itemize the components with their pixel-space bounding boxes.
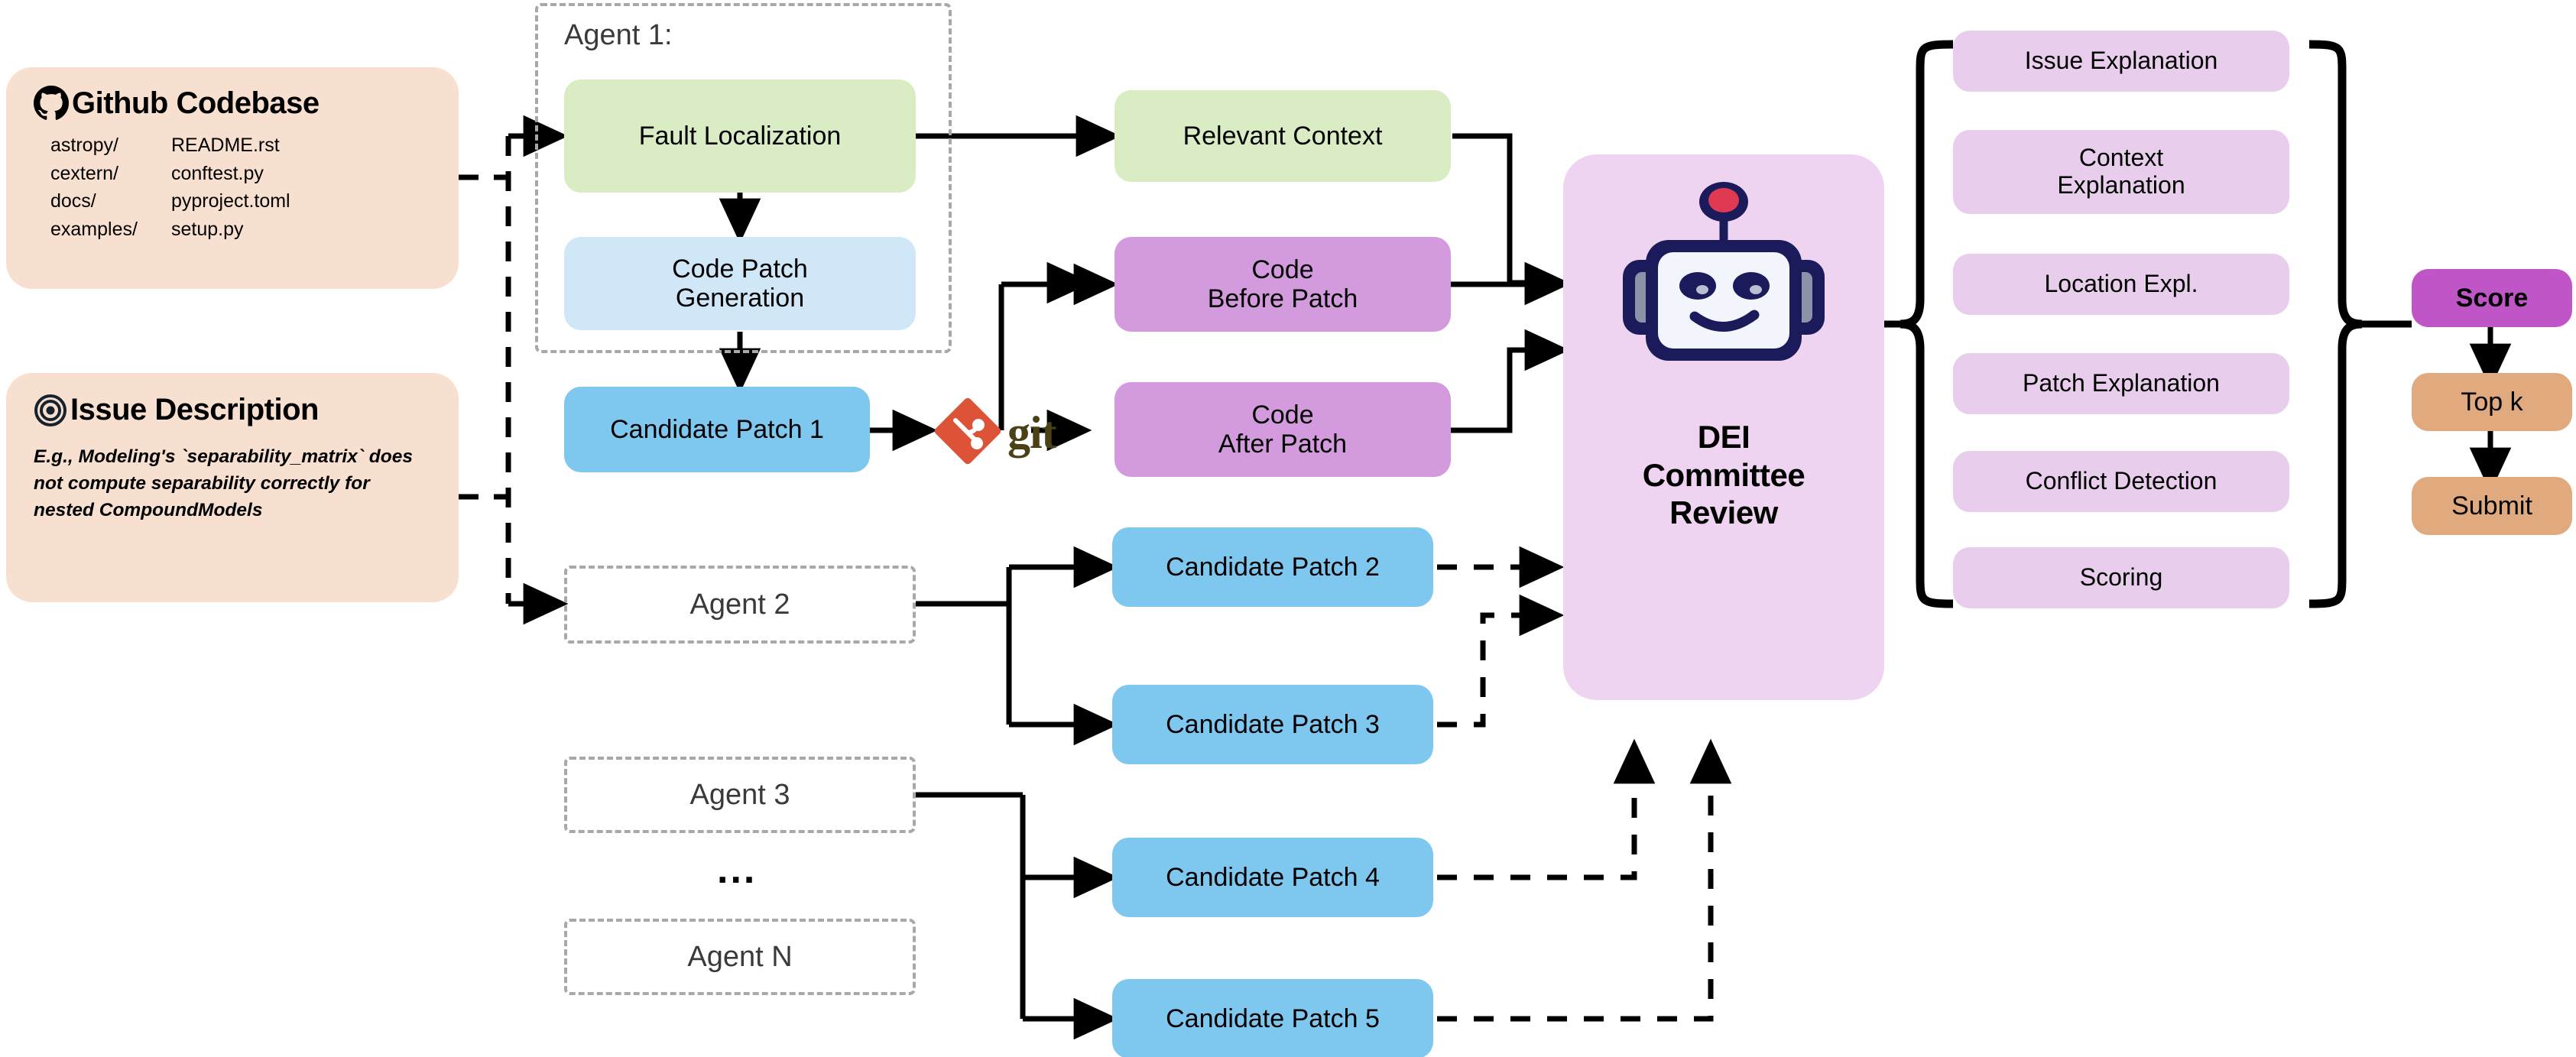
context-explanation-line-2: Explanation bbox=[2057, 171, 2185, 199]
score-box[interactable]: Score bbox=[2412, 269, 2572, 327]
code-before-line-1: Code bbox=[1251, 255, 1314, 284]
code-after-line-1: Code bbox=[1251, 400, 1314, 430]
review-item-conflict-detection[interactable]: Conflict Detection bbox=[1953, 451, 2289, 512]
git-badge: git bbox=[933, 396, 1057, 470]
fault-localization-box[interactable]: Fault Localization bbox=[564, 79, 916, 193]
context-explanation-line-1: Context bbox=[2078, 144, 2164, 172]
review-item-context-explanation-label: Context Explanation bbox=[2057, 144, 2185, 199]
code-after-patch-box[interactable]: Code After Patch bbox=[1114, 382, 1451, 477]
code-before-patch-label: Code Before Patch bbox=[1208, 255, 1358, 313]
codebase-entry: cextern/ bbox=[50, 162, 118, 184]
git-wordmark: git bbox=[1007, 407, 1057, 458]
candidate-patch-2-box[interactable]: Candidate Patch 2 bbox=[1112, 527, 1433, 607]
issue-description-title: Issue Description bbox=[70, 393, 319, 426]
codebase-entry: astropy/ bbox=[50, 135, 118, 156]
issue-description-title-row: Issue Description bbox=[34, 373, 459, 427]
agent-2-label: Agent 2 bbox=[689, 588, 790, 621]
codebase-entry: README.rst bbox=[171, 135, 280, 156]
github-codebase-title-row: Github Codebase bbox=[34, 67, 459, 121]
github-codebase-title: Github Codebase bbox=[72, 86, 320, 120]
code-after-line-2: After Patch bbox=[1218, 430, 1348, 459]
diagram-canvas: Github Codebase astropy/ cextern/ docs/ … bbox=[0, 0, 2576, 1057]
code-after-patch-label: Code After Patch bbox=[1218, 400, 1347, 459]
codebase-entry: setup.py bbox=[171, 218, 244, 240]
git-logo-icon bbox=[933, 396, 1003, 470]
codebase-entry: conftest.py bbox=[171, 162, 264, 184]
submit-box[interactable]: Submit bbox=[2412, 477, 2572, 535]
review-item-scoring[interactable]: Scoring bbox=[1953, 547, 2289, 608]
code-before-patch-box[interactable]: Code Before Patch bbox=[1114, 237, 1451, 332]
code-patch-line-2: Generation bbox=[675, 284, 805, 313]
candidate-patch-3-box[interactable]: Candidate Patch 3 bbox=[1112, 685, 1433, 764]
top-k-box[interactable]: Top k bbox=[2412, 373, 2572, 431]
dei-title-line-3: Review bbox=[1669, 494, 1778, 531]
review-item-patch-explanation[interactable]: Patch Explanation bbox=[1953, 353, 2289, 414]
candidate-patch-5-box[interactable]: Candidate Patch 5 bbox=[1112, 979, 1433, 1057]
review-item-issue-explanation[interactable]: Issue Explanation bbox=[1953, 31, 2289, 92]
dei-title-line-1: DEI bbox=[1697, 419, 1750, 455]
review-item-context-explanation[interactable]: Context Explanation bbox=[1953, 130, 2289, 214]
candidate-patch-1-box[interactable]: Candidate Patch 1 bbox=[564, 387, 870, 472]
codebase-file-column: README.rst conftest.py pyproject.toml se… bbox=[171, 131, 290, 243]
code-patch-generation-box[interactable]: Code Patch Generation bbox=[564, 237, 916, 330]
codebase-entry: examples/ bbox=[50, 218, 138, 240]
agent-1-label: Agent 1: bbox=[564, 18, 673, 51]
codebase-file-listing: astropy/ cextern/ docs/ examples/ README… bbox=[50, 131, 459, 243]
review-item-location-expl[interactable]: Location Expl. bbox=[1953, 254, 2289, 315]
codebase-entry: docs/ bbox=[50, 190, 96, 212]
dei-title-line-2: Committee bbox=[1642, 456, 1805, 493]
issue-description-panel: Issue Description E.g., Modeling's `sepa… bbox=[6, 373, 459, 602]
code-patch-generation-label: Code Patch Generation bbox=[672, 255, 808, 313]
agents-ellipsis: ... bbox=[717, 848, 758, 892]
codebase-entry: pyproject.toml bbox=[171, 190, 290, 212]
candidate-patch-4-box[interactable]: Candidate Patch 4 bbox=[1112, 838, 1433, 917]
codebase-dir-column: astropy/ cextern/ docs/ examples/ bbox=[50, 131, 171, 243]
relevant-context-box[interactable]: Relevant Context bbox=[1114, 90, 1451, 182]
github-icon bbox=[34, 86, 69, 121]
target-icon bbox=[34, 394, 67, 427]
code-patch-line-1: Code Patch bbox=[672, 254, 808, 284]
code-before-line-2: Before Patch bbox=[1207, 284, 1358, 313]
dei-committee-review-title: DEI Committee Review bbox=[1643, 418, 1805, 532]
robot-icon bbox=[1609, 180, 1838, 375]
github-codebase-panel: Github Codebase astropy/ cextern/ docs/ … bbox=[6, 67, 459, 289]
agent-3-label: Agent 3 bbox=[689, 778, 790, 811]
issue-description-body: E.g., Modeling's `separability_matrix` d… bbox=[34, 446, 413, 520]
dei-committee-review-box[interactable]: DEI Committee Review bbox=[1563, 154, 1884, 700]
agent-n-label: Agent N bbox=[687, 940, 793, 973]
